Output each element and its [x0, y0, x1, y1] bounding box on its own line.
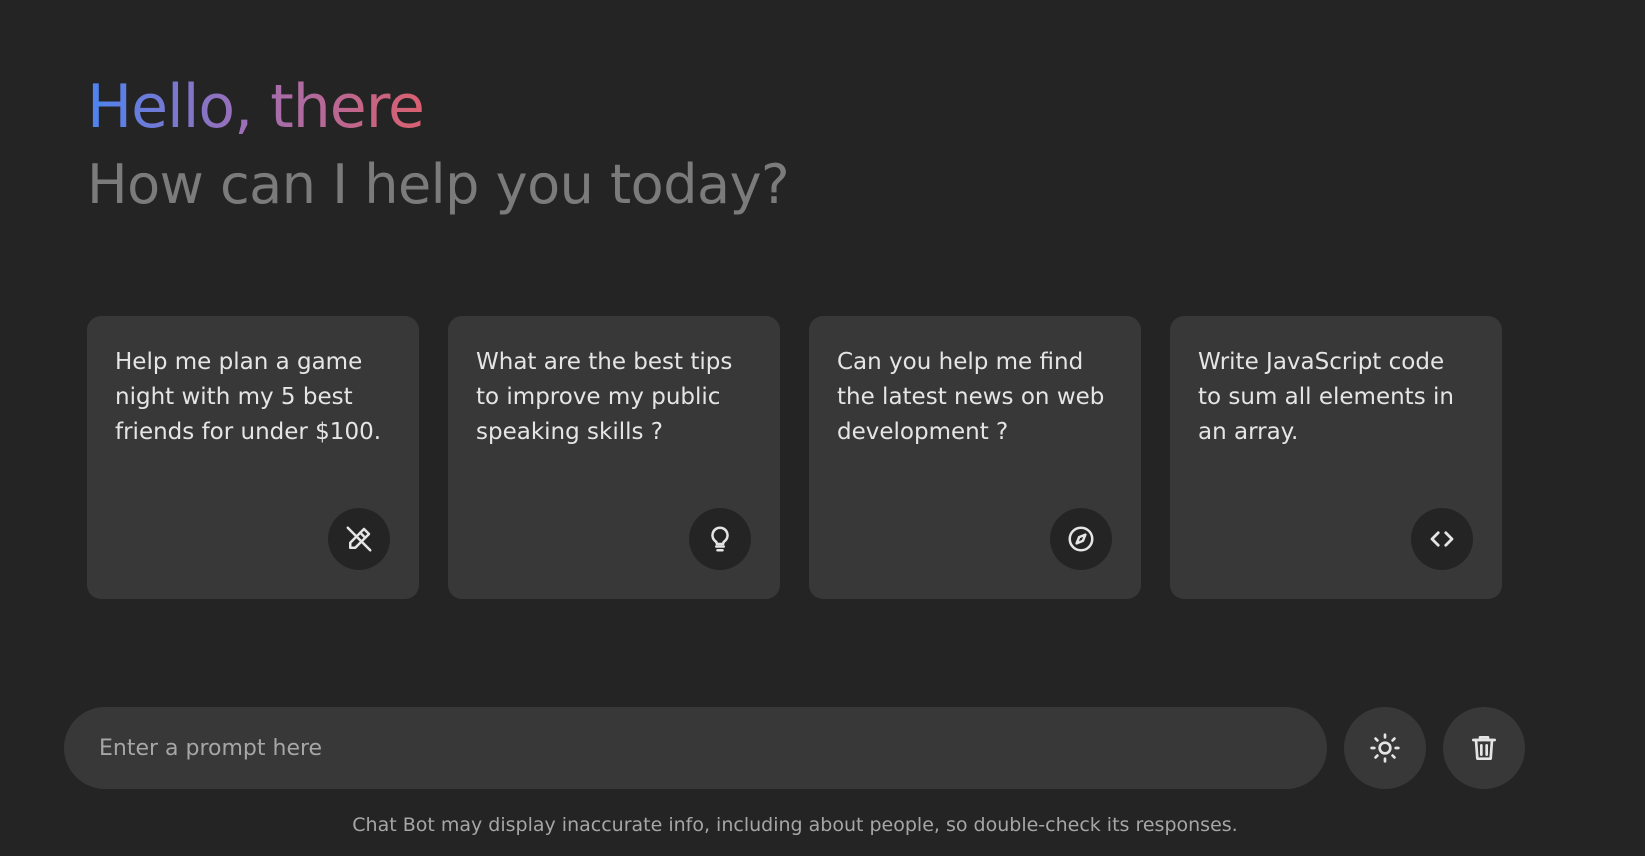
delete-chats-button[interactable] — [1443, 707, 1525, 789]
theme-toggle-button[interactable] — [1344, 707, 1426, 789]
draw-icon — [328, 508, 390, 570]
trash-icon — [1472, 736, 1496, 760]
compass-icon — [1050, 508, 1112, 570]
suggestion-text: Write JavaScript code to sum all element… — [1198, 349, 1454, 445]
greeting-title: Hello, there — [87, 62, 425, 152]
suggestion-card[interactable]: Write JavaScript code to sum all element… — [1170, 316, 1502, 599]
code-icon — [1411, 508, 1473, 570]
greeting-subtitle: How can I help you today? — [87, 153, 790, 216]
suggestion-text: What are the best tips to improve my pub… — [476, 349, 733, 445]
typing-area — [64, 707, 1525, 789]
lightbulb-icon — [689, 508, 751, 570]
suggestion-list: Help me plan a game night with my 5 best… — [87, 316, 1502, 599]
suggestion-text: Can you help me find the latest news on … — [837, 349, 1105, 445]
suggestion-card[interactable]: Help me plan a game night with my 5 best… — [87, 316, 419, 599]
disclaimer-text: Chat Bot may display inaccurate info, in… — [352, 814, 1238, 836]
sun-icon — [1370, 733, 1400, 763]
suggestion-card[interactable]: Can you help me find the latest news on … — [809, 316, 1141, 599]
suggestion-text: Help me plan a game night with my 5 best… — [115, 349, 382, 445]
prompt-input[interactable] — [64, 707, 1327, 789]
greeting-header: Hello, there How can I help you today? — [87, 62, 790, 220]
suggestion-card[interactable]: What are the best tips to improve my pub… — [448, 316, 780, 599]
